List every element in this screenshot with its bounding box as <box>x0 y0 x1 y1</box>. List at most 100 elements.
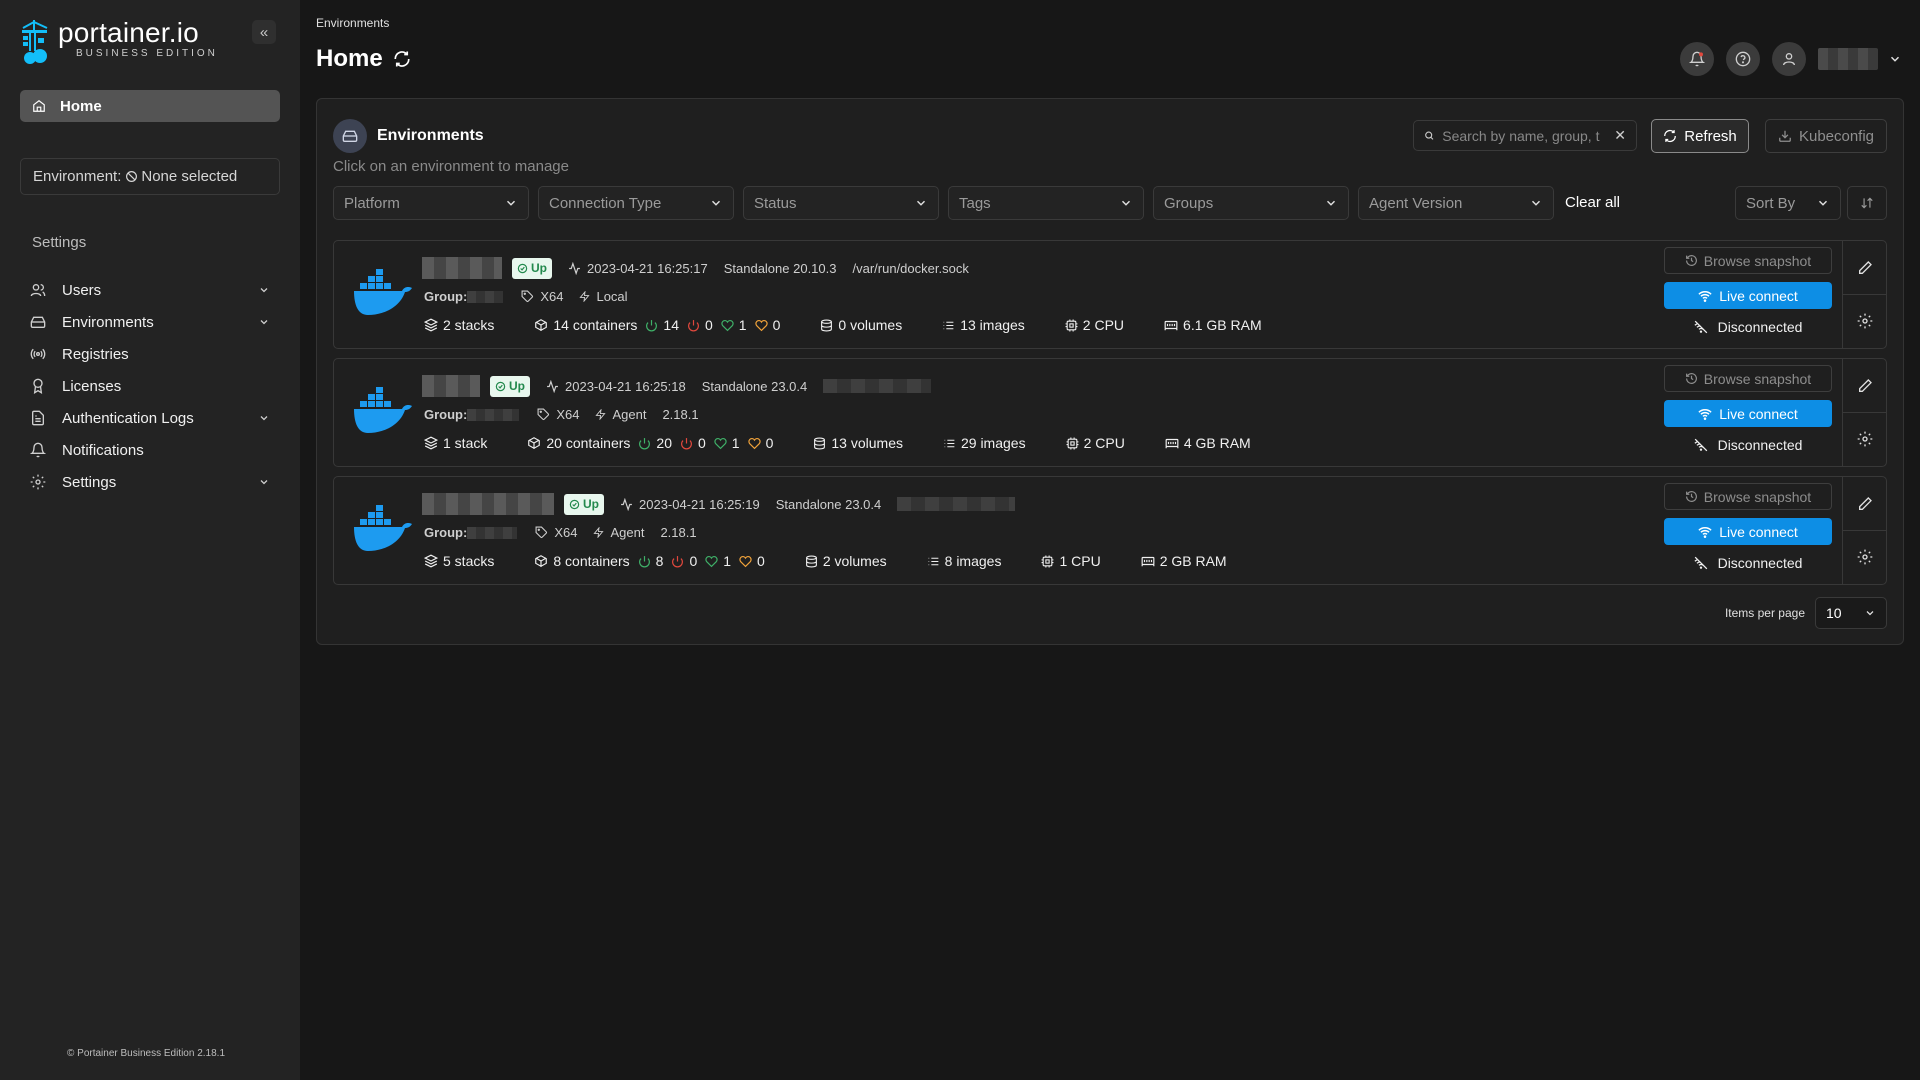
environment-url-redacted <box>823 379 932 393</box>
edit-environment-button[interactable] <box>1843 241 1886 294</box>
environment-card[interactable]: Up 2023-04-21 16:25:17 Standalone 20.10.… <box>333 240 1887 349</box>
chevrons-left-icon: « <box>259 23 269 41</box>
live-connect-button[interactable]: Live connect <box>1664 400 1832 427</box>
status-text: Up <box>583 497 599 511</box>
history-icon <box>1685 491 1697 502</box>
filter-agent-version[interactable]: Agent Version <box>1358 186 1554 220</box>
unhealthy-count: 0 <box>757 553 765 569</box>
sidebar-item-licenses[interactable]: Licenses <box>30 370 270 402</box>
sidebar-item-home[interactable]: Home <box>20 90 280 122</box>
sidebar-item-label: Registries <box>62 345 129 363</box>
filter-groups[interactable]: Groups <box>1153 186 1349 220</box>
browse-snapshot-button[interactable]: Browse snapshot <box>1664 483 1832 510</box>
stopped-count: 0 <box>705 317 713 333</box>
layers-icon <box>424 318 438 332</box>
items-per-page-select[interactable]: 10 <box>1815 597 1887 629</box>
list-icon <box>943 321 954 329</box>
header-actions <box>1668 42 1902 76</box>
status-text: Up <box>531 261 547 275</box>
browse-snapshot-button[interactable]: Browse snapshot <box>1664 365 1832 392</box>
filter-label: Status <box>754 194 797 212</box>
env-line-primary: Up 2023-04-21 16:25:18 Standalone 23.0.4 <box>422 375 932 397</box>
sidebar-item-notifications[interactable]: Notifications <box>30 434 270 466</box>
edit-environment-button[interactable] <box>1843 477 1886 530</box>
check-circle-icon <box>495 381 506 391</box>
memory-stick-icon <box>1165 438 1179 449</box>
environment-card[interactable]: Up 2023-04-21 16:25:18 Standalone 23.0.4… <box>333 358 1887 467</box>
volumes-stat: 2 volumes <box>805 553 887 569</box>
search-input[interactable] <box>1442 127 1613 144</box>
zap-icon <box>593 527 605 538</box>
refresh-button[interactable]: Refresh <box>1651 119 1749 153</box>
clear-search-icon[interactable]: ✕ <box>1614 127 1626 144</box>
stacks-count: 5 stacks <box>443 553 495 569</box>
sidebar-item-settings[interactable]: Settings <box>30 466 270 498</box>
search-box[interactable]: ✕ <box>1413 120 1637 151</box>
breadcrumb[interactable]: Environments <box>316 16 389 30</box>
power-icon <box>639 437 651 449</box>
environment-selector-value: None selected <box>141 168 238 185</box>
sort-by-select[interactable]: Sort By <box>1735 186 1841 220</box>
sidebar-item-label: Home <box>60 97 102 115</box>
refresh-icon[interactable] <box>393 50 411 68</box>
arch-tag: X64 <box>535 525 577 540</box>
browse-snapshot-button[interactable]: Browse snapshot <box>1664 247 1832 274</box>
containers-count: 8 containers <box>553 553 630 569</box>
chevron-down-icon <box>916 200 926 206</box>
sidebar-item-authentication-logs[interactable]: Authentication Logs <box>30 402 270 434</box>
help-button[interactable] <box>1726 42 1760 76</box>
collapse-sidebar-button[interactable]: « <box>252 20 276 44</box>
username-redacted[interactable] <box>1818 48 1878 70</box>
cpu-icon <box>1066 437 1079 449</box>
sidebar-item-users[interactable]: Users <box>30 274 270 306</box>
chevron-down-icon[interactable] <box>1888 52 1902 66</box>
edit-environment-button[interactable] <box>1843 359 1886 412</box>
arch-text: X64 <box>556 407 580 422</box>
running-count: 8 <box>655 553 664 569</box>
live-connect-label: Live connect <box>1719 405 1798 422</box>
status-badge: Up <box>512 257 552 279</box>
refresh-icon <box>1664 129 1677 143</box>
radio-icon <box>30 348 46 360</box>
filter-status[interactable]: Status <box>743 186 939 220</box>
sort-direction-button[interactable] <box>1847 186 1887 220</box>
filter-platform[interactable]: Platform <box>333 186 529 220</box>
environment-selector[interactable]: Environment: None selected <box>20 158 280 195</box>
clear-all-filters-link[interactable]: Clear all <box>1565 194 1620 211</box>
notifications-button[interactable] <box>1680 42 1714 76</box>
connection-type-text: Agent <box>610 525 645 540</box>
tag-icon <box>535 526 548 538</box>
list-icon <box>944 439 955 447</box>
status-badge: Up <box>564 493 604 515</box>
volumes-count: 2 volumes <box>822 553 887 569</box>
box-icon <box>528 437 541 449</box>
chevron-down-icon <box>1818 200 1828 206</box>
sidebar-item-environments[interactable]: Environments <box>30 306 270 338</box>
database-icon <box>805 555 817 567</box>
user-avatar[interactable] <box>1772 42 1806 76</box>
environment-card[interactable]: Up 2023-04-21 16:25:19 Standalone 23.0.4… <box>333 476 1887 585</box>
sort-arrows-icon <box>1861 197 1873 209</box>
wifi-icon <box>1698 408 1712 420</box>
group-label: Group: <box>424 525 468 540</box>
zap-icon <box>579 291 591 302</box>
settings-menu: Users Environments Registries Licenses A… <box>30 274 270 498</box>
filter-connection-type[interactable]: Connection Type <box>538 186 734 220</box>
gear-icon <box>30 474 46 490</box>
environment-settings-button[interactable] <box>1843 294 1886 347</box>
environment-settings-button[interactable] <box>1843 530 1886 583</box>
page-title: Home <box>316 45 411 73</box>
kubeconfig-button[interactable]: Kubeconfig <box>1765 119 1887 153</box>
live-connect-button[interactable]: Live connect <box>1664 518 1832 545</box>
sidebar-item-registries[interactable]: Registries <box>30 338 270 370</box>
filter-tags[interactable]: Tags <box>948 186 1144 220</box>
card-side-tools <box>1842 359 1886 466</box>
environment-settings-button[interactable] <box>1843 412 1886 465</box>
portainer-logo[interactable]: portainer.io BUSINESS EDITION <box>20 18 218 66</box>
chevron-down-icon <box>260 320 268 325</box>
env-name-redacted <box>422 257 502 279</box>
healthy-stat: 1 <box>714 435 740 451</box>
memory-stick-icon <box>1141 556 1155 567</box>
arch-text: X64 <box>540 289 564 304</box>
live-connect-button[interactable]: Live connect <box>1664 282 1832 309</box>
